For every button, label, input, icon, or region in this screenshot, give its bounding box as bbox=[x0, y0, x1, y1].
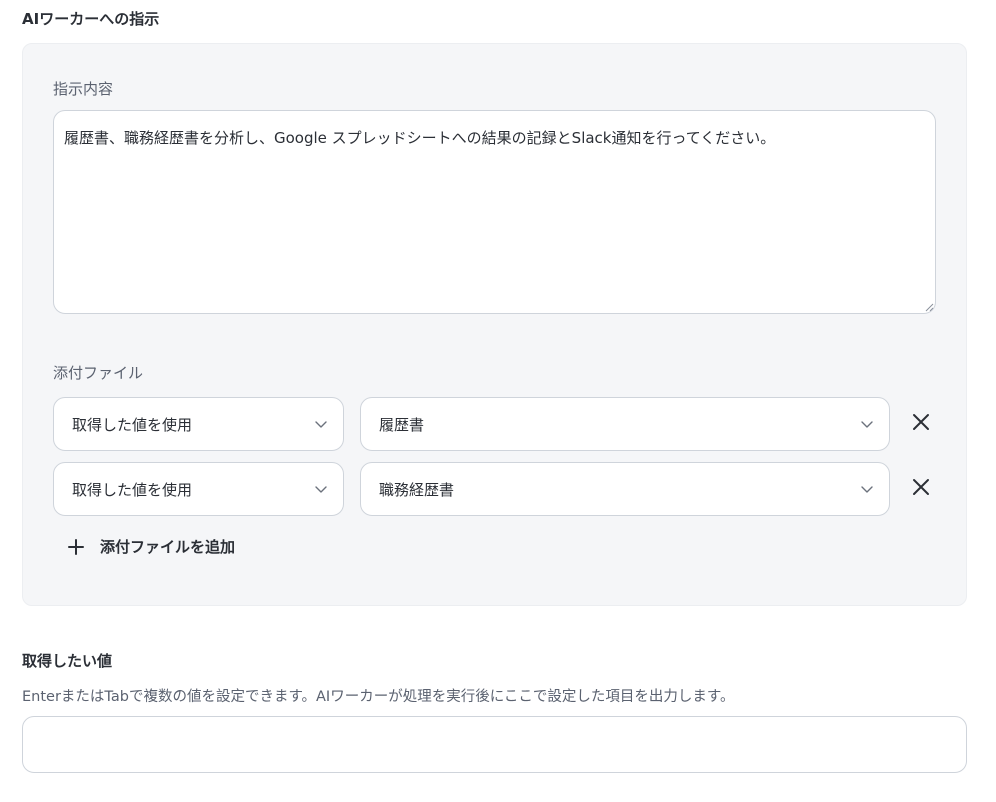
close-icon[interactable] bbox=[909, 475, 933, 499]
plus-icon bbox=[68, 538, 84, 555]
attachment-source-select[interactable]: 取得した値を使用 bbox=[53, 397, 344, 451]
attachment-value: 履歴書 bbox=[379, 415, 425, 434]
chevron-down-icon bbox=[861, 486, 873, 493]
attachment-source-select[interactable]: 取得した値を使用 bbox=[53, 462, 344, 516]
instructions-textarea[interactable]: 履歴書、職務経歴書を分析し、Google スプレッドシートへの結果の記録とSla… bbox=[53, 110, 936, 314]
chevron-down-icon bbox=[861, 421, 873, 428]
attachment-value-select[interactable]: 職務経歴書 bbox=[360, 462, 890, 516]
instructions-label: 指示内容 bbox=[53, 80, 114, 98]
get-values-description: EnterまたはTabで複数の値を設定できます。AIワーカーが処理を実行後にここ… bbox=[22, 689, 735, 705]
add-attachment-label: 添付ファイルを追加 bbox=[100, 538, 236, 556]
attachments-label: 添付ファイル bbox=[53, 364, 144, 382]
close-icon[interactable] bbox=[909, 410, 933, 434]
get-values-input[interactable] bbox=[22, 716, 967, 773]
attachment-value-select[interactable]: 履歴書 bbox=[360, 397, 890, 451]
attachment-source-value: 取得した値を使用 bbox=[72, 415, 193, 434]
attachment-value: 職務経歴書 bbox=[379, 480, 455, 499]
attachment-source-value: 取得した値を使用 bbox=[72, 480, 193, 499]
chevron-down-icon bbox=[315, 486, 327, 493]
add-attachment-button[interactable]: 添付ファイルを追加 bbox=[66, 536, 235, 557]
get-values-title: 取得したい値 bbox=[22, 652, 113, 670]
section-title: AIワーカーへの指示 bbox=[22, 10, 160, 28]
resize-grip-icon[interactable] bbox=[925, 303, 934, 312]
chevron-down-icon bbox=[315, 421, 327, 428]
